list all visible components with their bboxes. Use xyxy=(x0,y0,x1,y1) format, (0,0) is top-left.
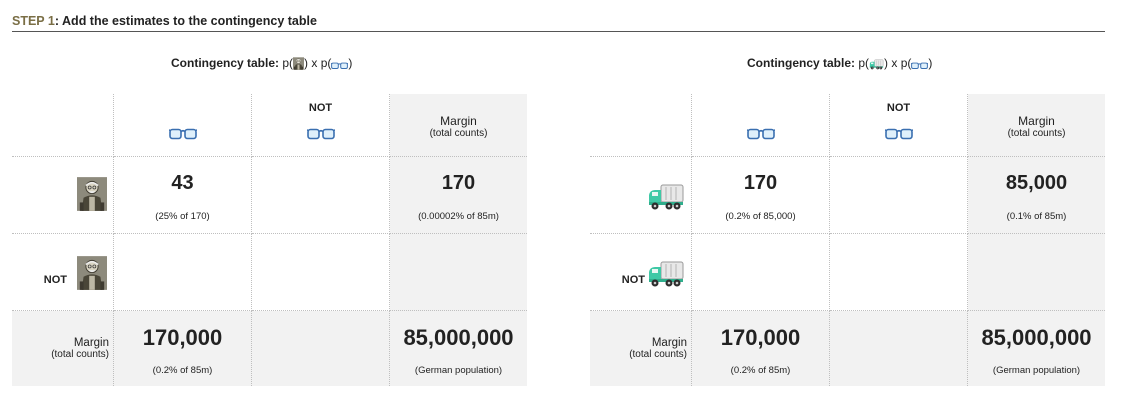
row1-margin: 170 (0.00002% of 85m) xyxy=(390,157,527,234)
garbage-truck-icon xyxy=(647,260,685,288)
row-header-margin: Margin (total counts) xyxy=(590,311,692,386)
row-header-margin: Margin (total counts) xyxy=(12,311,114,386)
margin-sub: (total counts) xyxy=(51,349,109,360)
cell-a: 170 (0.2% of 85,000) xyxy=(692,157,830,234)
cell-value: 170,000 xyxy=(720,325,801,350)
contingency-grid: NOT Margin (total counts) 43 (25% of 170)… xyxy=(12,94,527,386)
not-label: NOT xyxy=(886,102,911,114)
row-header-garbage-truck xyxy=(590,157,692,234)
col1-margin: 170,000 (0.2% of 85m) xyxy=(692,311,830,386)
col-header-glasses xyxy=(692,94,830,157)
col-header-margin: Margin (total counts) xyxy=(968,94,1105,157)
col-header-glasses xyxy=(114,94,252,157)
cell-d xyxy=(252,234,390,311)
cell-b xyxy=(252,157,390,234)
cell-d xyxy=(830,234,968,311)
margin-label: Margin xyxy=(651,337,687,349)
row-header-old-man xyxy=(12,157,114,234)
corner-cell xyxy=(590,94,692,157)
cell-b xyxy=(830,157,968,234)
cell-c xyxy=(692,234,830,311)
cell-c xyxy=(114,234,252,311)
contingency-grid: NOT Margin (total counts) 170 (0.2% of 85… xyxy=(590,94,1105,386)
cell-note: (German population) xyxy=(414,365,503,376)
row2-margin xyxy=(968,234,1105,311)
col2-margin xyxy=(830,311,968,386)
row-header-not-garbage-truck: NOT xyxy=(590,234,692,311)
cell-value: 85,000 xyxy=(1005,172,1068,194)
cell-value: 170 xyxy=(441,172,476,194)
step-header: STEP 1: Add the estimates to the conting… xyxy=(12,14,1105,32)
step-label: STEP 1 xyxy=(12,14,55,28)
glasses-icon xyxy=(307,127,335,140)
margin-label: Margin xyxy=(440,114,477,128)
col1-margin: 170,000 (0.2% of 85m) xyxy=(114,311,252,386)
grand-total: 85,000,000 (German population) xyxy=(968,311,1105,386)
old-man-icon xyxy=(293,57,304,70)
row2-margin xyxy=(390,234,527,311)
table-title: Contingency table: p() x p() xyxy=(747,56,933,70)
cell-value: 85,000,000 xyxy=(981,325,1092,350)
cell-value: 85,000,000 xyxy=(403,325,514,350)
margin-sub: (total counts) xyxy=(1007,128,1066,139)
glasses-icon xyxy=(169,127,197,140)
row1-margin: 85,000 (0.1% of 85m) xyxy=(968,157,1105,234)
col2-margin xyxy=(252,311,390,386)
margin-sub: (total counts) xyxy=(429,128,488,139)
garbage-truck-icon xyxy=(647,183,685,211)
col-header-not-glasses: NOT xyxy=(830,94,968,157)
col-header-not-glasses: NOT xyxy=(252,94,390,157)
glasses-icon xyxy=(885,127,913,140)
grand-total: 85,000,000 (German population) xyxy=(390,311,527,386)
cell-note: (25% of 170) xyxy=(155,211,210,222)
cell-note: (0.00002% of 85m) xyxy=(418,211,499,222)
margin-label: Margin xyxy=(1018,114,1055,128)
cell-note: (German population) xyxy=(992,365,1081,376)
step-text: : Add the estimates to the contingency t… xyxy=(54,14,317,28)
col-header-margin: Margin (total counts) xyxy=(390,94,527,157)
corner-cell xyxy=(12,94,114,157)
margin-label: Margin xyxy=(73,337,109,349)
not-label: NOT xyxy=(308,102,333,114)
row-header-not-old-man: NOT xyxy=(12,234,114,311)
not-label: NOT xyxy=(43,274,67,286)
glasses-icon xyxy=(331,61,348,70)
cell-value: 170,000 xyxy=(142,325,223,350)
table-title: Contingency table: p() x p() xyxy=(171,56,353,70)
margin-sub: (total counts) xyxy=(629,349,687,360)
cell-note: (0.1% of 85m) xyxy=(1006,211,1067,222)
cell-note: (0.2% of 85,000) xyxy=(725,211,796,222)
garbage-truck-icon xyxy=(869,59,884,70)
cell-a: 43 (25% of 170) xyxy=(114,157,252,234)
old-man-icon xyxy=(77,256,107,290)
cell-value: 43 xyxy=(171,172,194,194)
cell-note: (0.2% of 85m) xyxy=(152,365,213,376)
not-label: NOT xyxy=(621,274,645,286)
old-man-icon xyxy=(77,177,107,211)
glasses-icon xyxy=(911,61,928,70)
cell-note: (0.2% of 85m) xyxy=(730,365,791,376)
glasses-icon xyxy=(747,127,775,140)
cell-value: 170 xyxy=(743,172,778,194)
